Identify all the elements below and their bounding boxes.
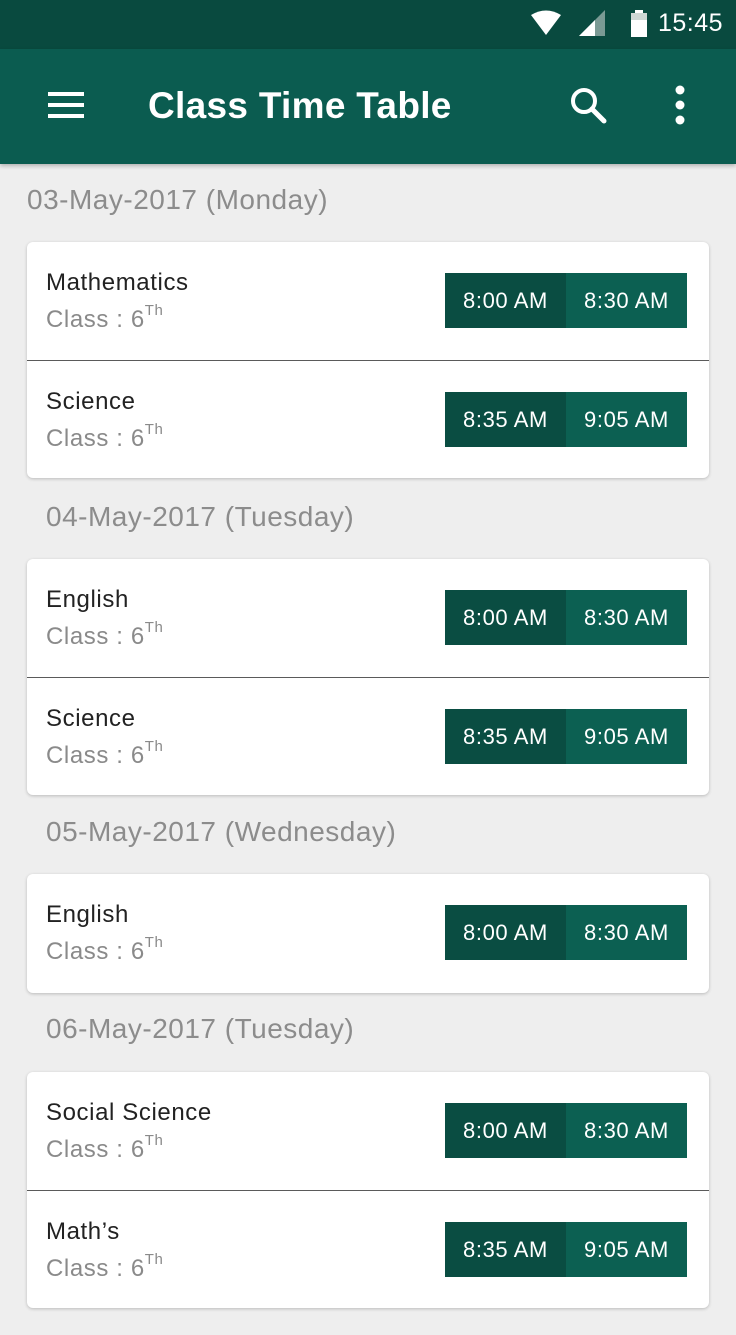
- app-bar: Class Time Table: [0, 49, 736, 164]
- end-time: 8:30 AM: [566, 1103, 687, 1158]
- class-row[interactable]: Mathematics Class : 6Th 8:00 AM 8:30 AM: [27, 242, 709, 360]
- signal-icon: [579, 10, 605, 41]
- start-time: 8:35 AM: [445, 392, 566, 447]
- class-label: Class : 6Th: [46, 302, 164, 333]
- battery-icon: [630, 10, 648, 42]
- class-label: Class : 6Th: [46, 1251, 164, 1282]
- time-range: 8:00 AM 8:30 AM: [445, 1103, 687, 1158]
- start-time: 8:00 AM: [445, 1103, 566, 1158]
- subject-name: Social Science: [46, 1099, 212, 1126]
- status-time: 15:45: [657, 9, 723, 37]
- time-range: 8:35 AM 9:05 AM: [445, 709, 687, 764]
- subject-name: English: [46, 901, 129, 928]
- time-range: 8:35 AM 9:05 AM: [445, 392, 687, 447]
- day-header: 03-May-2017 (Monday): [27, 184, 329, 215]
- start-time: 8:35 AM: [445, 1222, 566, 1277]
- search-icon: [569, 86, 607, 129]
- class-row[interactable]: Science Class : 6Th 8:35 AM 9:05 AM: [27, 677, 709, 795]
- time-range: 8:00 AM 8:30 AM: [445, 590, 687, 645]
- class-label: Class : 6Th: [46, 1132, 164, 1163]
- search-button[interactable]: [552, 71, 624, 143]
- end-time: 9:05 AM: [566, 1222, 687, 1277]
- day-card: English Class : 6Th 8:00 AM 8:30 AM: [27, 874, 709, 993]
- time-range: 8:00 AM 8:30 AM: [445, 905, 687, 960]
- time-range: 8:35 AM 9:05 AM: [445, 1222, 687, 1277]
- status-bar: 15:45: [0, 0, 736, 49]
- start-time: 8:00 AM: [445, 590, 566, 645]
- start-time: 8:00 AM: [445, 905, 566, 960]
- class-label: Class : 6Th: [46, 421, 164, 452]
- class-label: Class : 6Th: [46, 934, 164, 965]
- class-row[interactable]: English Class : 6Th 8:00 AM 8:30 AM: [27, 874, 709, 993]
- wifi-icon: [531, 10, 561, 41]
- class-row[interactable]: Science Class : 6Th 8:35 AM 9:05 AM: [27, 360, 709, 478]
- time-range: 8:00 AM 8:30 AM: [445, 273, 687, 328]
- class-row[interactable]: English Class : 6Th 8:00 AM 8:30 AM: [27, 559, 709, 677]
- class-label: Class : 6Th: [46, 619, 164, 650]
- page-title: Class Time Table: [148, 85, 452, 126]
- day-header: 06-May-2017 (Tuesday): [46, 1013, 355, 1044]
- start-time: 8:35 AM: [445, 709, 566, 764]
- subject-name: Science: [46, 388, 136, 415]
- subject-name: Mathematics: [46, 269, 189, 296]
- subject-name: Math’s: [46, 1218, 120, 1245]
- end-time: 9:05 AM: [566, 392, 687, 447]
- day-header: 05-May-2017 (Wednesday): [46, 816, 397, 847]
- menu-icon: [48, 91, 84, 124]
- class-label: Class : 6Th: [46, 738, 164, 769]
- day-header: 04-May-2017 (Tuesday): [46, 501, 355, 532]
- end-time: 8:30 AM: [566, 905, 687, 960]
- menu-button[interactable]: [30, 71, 102, 143]
- start-time: 8:00 AM: [445, 273, 566, 328]
- end-time: 8:30 AM: [566, 590, 687, 645]
- subject-name: English: [46, 586, 129, 613]
- more-vert-icon: [674, 85, 686, 130]
- end-time: 8:30 AM: [566, 273, 687, 328]
- day-card: Mathematics Class : 6Th 8:00 AM 8:30 AM …: [27, 242, 709, 478]
- subject-name: Science: [46, 705, 136, 732]
- class-row[interactable]: Math’s Class : 6Th 8:35 AM 9:05 AM: [27, 1190, 709, 1308]
- end-time: 9:05 AM: [566, 709, 687, 764]
- day-card: Social Science Class : 6Th 8:00 AM 8:30 …: [27, 1072, 709, 1308]
- day-card: English Class : 6Th 8:00 AM 8:30 AM Scie…: [27, 559, 709, 795]
- class-row[interactable]: Social Science Class : 6Th 8:00 AM 8:30 …: [27, 1072, 709, 1190]
- more-options-button[interactable]: [646, 71, 714, 143]
